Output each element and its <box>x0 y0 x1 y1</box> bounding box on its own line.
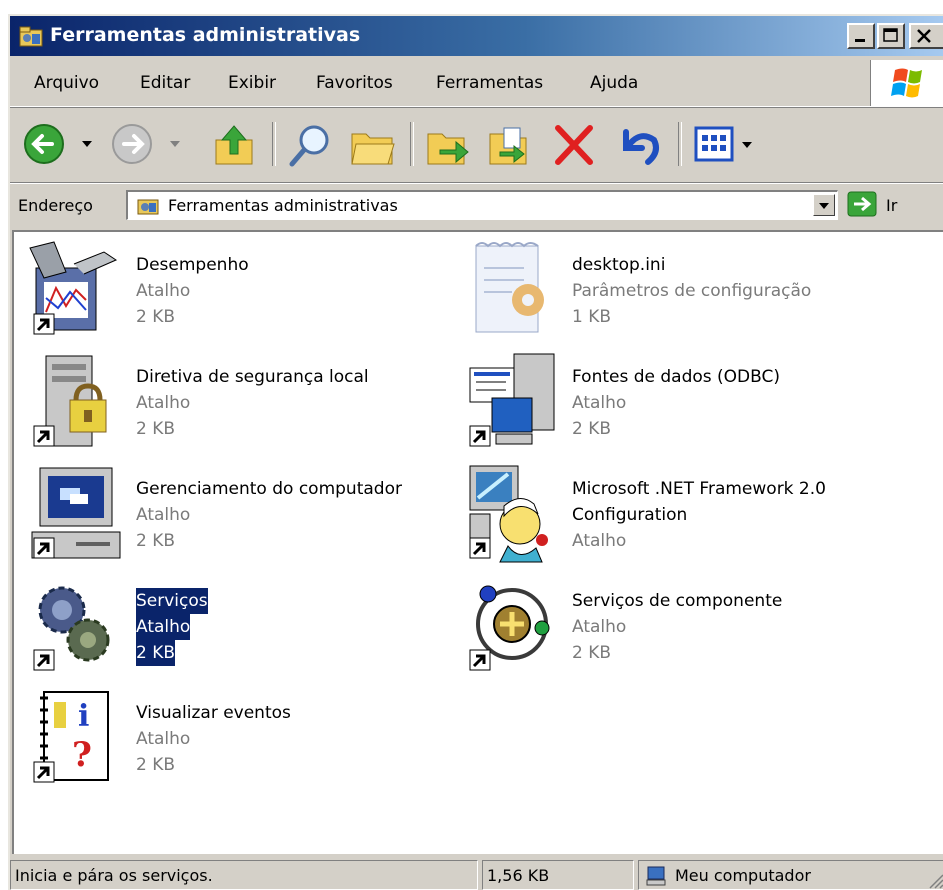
item-name-line2: Configuration <box>572 505 688 525</box>
copy-to-button[interactable] <box>486 122 536 168</box>
item-type: Atalho <box>136 393 191 413</box>
item-type: Parâmetros de configuração <box>572 281 812 301</box>
item-name: Diretiva de segurança local <box>136 367 369 387</box>
list-item[interactable]: Microsoft .NET Framework 2.0 Configurati… <box>462 462 882 572</box>
dotnet-config-icon <box>469 465 548 563</box>
file-list: Desempenho Atalho 2 KB desktop.ini Parâm… <box>12 230 943 854</box>
windows-flag-icon <box>891 68 922 98</box>
item-name: Gerenciamento do computador <box>136 479 402 499</box>
item-size: 2 KB <box>572 419 612 439</box>
item-size: 2 KB <box>572 643 612 663</box>
address-input[interactable]: Ferramentas administrativas <box>126 190 838 220</box>
status-size: 1,56 KB <box>487 866 550 885</box>
item-size: 2 KB <box>136 419 176 439</box>
odbc-icon <box>469 353 555 447</box>
status-bar: Inicia e pára os serviços. 1,56 KB Meu c… <box>10 856 943 890</box>
item-name: Serviços de componente <box>572 591 783 611</box>
search-button[interactable] <box>286 122 336 168</box>
item-name: desktop.ini <box>572 255 666 275</box>
address-bar: Endereço Ferramentas administrativas Ir <box>10 184 943 226</box>
explorer-window: Ferramentas administrativas Arquivo Edit… <box>8 14 943 890</box>
svg-text:?: ? <box>72 735 92 775</box>
computer-management-icon <box>31 467 121 559</box>
menu-ajuda[interactable]: Ajuda <box>590 73 638 93</box>
title-bar[interactable]: Ferramentas administrativas <box>10 16 943 56</box>
minimize-button[interactable] <box>847 23 875 49</box>
delete-button[interactable] <box>550 122 600 168</box>
resize-grip-icon[interactable] <box>926 871 943 889</box>
performance-icon <box>29 241 118 335</box>
address-dropdown-button[interactable] <box>813 194 835 216</box>
address-label: Endereço <box>18 196 93 215</box>
item-type: Atalho <box>572 393 627 413</box>
event-viewer-icon: i ? <box>33 691 109 783</box>
item-type: Atalho <box>136 505 191 525</box>
close-icon <box>917 29 931 43</box>
list-item[interactable]: Fontes de dados (ODBC) Atalho 2 KB <box>462 350 882 460</box>
admin-tools-icon <box>137 199 159 215</box>
move-to-button[interactable] <box>424 122 474 168</box>
services-icon <box>33 586 110 671</box>
minimize-icon <box>855 39 865 42</box>
status-size-panel: 1,56 KB <box>482 860 634 890</box>
views-button[interactable] <box>692 122 758 168</box>
windows-logo <box>870 60 943 106</box>
go-arrow-icon <box>847 191 877 217</box>
menu-arquivo[interactable]: Arquivo <box>34 73 99 93</box>
menu-editar[interactable]: Editar <box>140 73 190 93</box>
item-size: 1 KB <box>572 307 612 327</box>
item-name: Desempenho <box>136 255 249 275</box>
svg-text:i: i <box>78 699 89 734</box>
security-policy-icon <box>33 355 107 447</box>
toolbar <box>10 108 943 183</box>
list-item[interactable]: i ? Visualizar eventos Atalho 2 KB <box>26 686 446 796</box>
list-item[interactable]: Serviços de componente Atalho 2 KB <box>462 574 882 684</box>
item-type: Atalho <box>572 617 627 637</box>
undo-button[interactable] <box>614 122 664 168</box>
item-size: 2 KB <box>136 531 176 551</box>
list-item[interactable]: Desempenho Atalho 2 KB <box>26 238 446 348</box>
config-file-icon <box>475 242 544 333</box>
menu-favoritos[interactable]: Favoritos <box>316 73 393 93</box>
back-button[interactable] <box>22 122 100 168</box>
address-value: Ferramentas administrativas <box>168 196 398 215</box>
item-type: Atalho <box>572 531 627 551</box>
forward-button[interactable] <box>110 122 188 168</box>
up-folder-button[interactable] <box>210 122 260 168</box>
my-computer-icon <box>646 866 666 886</box>
component-services-icon <box>469 585 550 671</box>
item-type: Atalho <box>136 729 191 749</box>
status-message-panel: Inicia e pára os serviços. <box>10 860 478 890</box>
close-button[interactable] <box>909 23 943 49</box>
chevron-down-icon <box>819 203 829 209</box>
status-zone: Meu computador <box>675 866 811 885</box>
go-label: Ir <box>886 196 898 215</box>
status-zone-panel: Meu computador <box>638 860 943 890</box>
item-name: Microsoft .NET Framework 2.0 <box>572 479 826 499</box>
item-name: Fontes de dados (ODBC) <box>572 367 781 387</box>
list-item-selected[interactable]: Serviços Atalho 2 KB <box>26 574 446 684</box>
item-name: Visualizar eventos <box>136 703 291 723</box>
list-item[interactable]: Diretiva de segurança local Atalho 2 KB <box>26 350 446 460</box>
item-size: 2 KB <box>136 307 176 327</box>
item-type: Atalho <box>136 614 191 640</box>
folders-button[interactable] <box>348 122 398 168</box>
menu-ferramentas[interactable]: Ferramentas <box>436 73 543 93</box>
maximize-button[interactable] <box>877 23 905 49</box>
menu-exibir[interactable]: Exibir <box>228 73 276 93</box>
item-size: 2 KB <box>136 755 176 775</box>
window-title: Ferramentas administrativas <box>50 24 361 46</box>
maximize-icon <box>883 28 898 42</box>
list-item[interactable]: Gerenciamento do computador Atalho 2 KB <box>26 462 446 572</box>
item-size: 2 KB <box>136 640 176 666</box>
go-button[interactable]: Ir <box>846 190 916 220</box>
item-name: Serviços <box>136 588 208 614</box>
status-message: Inicia e pára os serviços. <box>15 866 213 885</box>
list-item[interactable]: desktop.ini Parâmetros de configuração 1… <box>462 238 882 348</box>
menu-bar: Arquivo Editar Exibir Favoritos Ferramen… <box>10 60 943 107</box>
admin-tools-icon <box>19 26 43 47</box>
item-type: Atalho <box>136 281 191 301</box>
